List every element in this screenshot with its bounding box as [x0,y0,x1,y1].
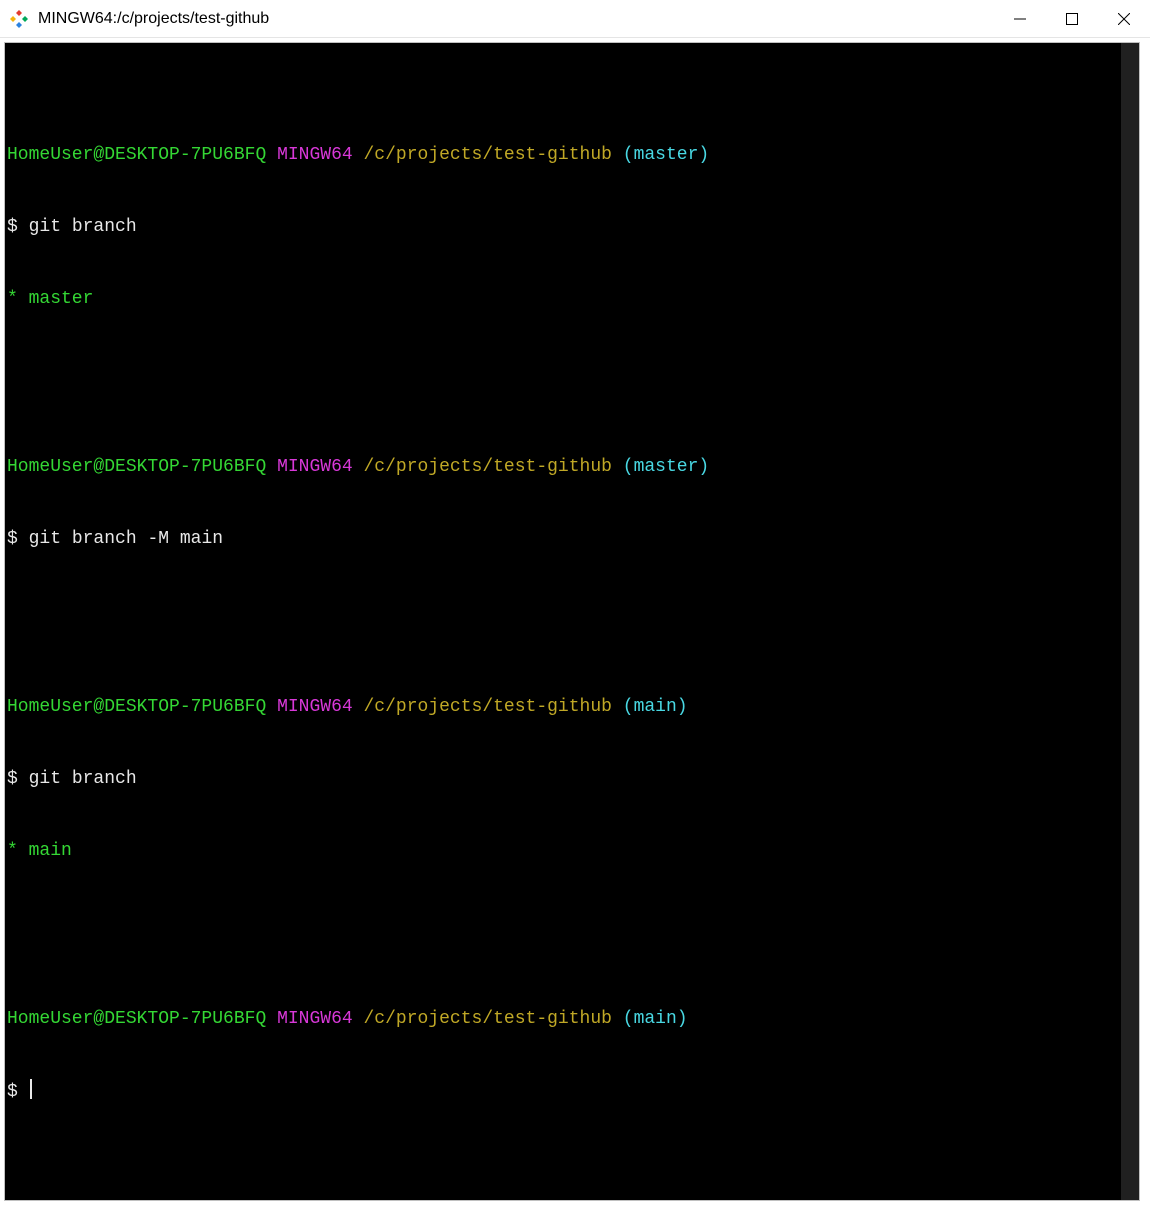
prompt-sys: MINGW64 [277,1009,353,1029]
terminal-container: HomeUser@DESKTOP-7PU6BFQ MINGW64 /c/proj… [0,38,1150,1211]
branch-selected: * master [7,289,93,309]
prompt-dollar: $ [7,217,18,237]
command-text: git branch [29,769,137,789]
prompt-userhost: HomeUser@DESKTOP-7PU6BFQ [7,697,266,717]
prompt-line: HomeUser@DESKTOP-7PU6BFQ MINGW64 /c/proj… [7,1007,1139,1031]
app-icon [10,10,28,28]
output-line: * master [7,287,1139,311]
command-text: git branch -M main [29,529,223,549]
scrollbar[interactable] [1121,43,1139,1200]
prompt-line: HomeUser@DESKTOP-7PU6BFQ MINGW64 /c/proj… [7,143,1139,167]
prompt-path: /c/projects/test-github [364,697,612,717]
window-titlebar: MINGW64:/c/projects/test-github [0,0,1150,38]
prompt-sys: MINGW64 [277,457,353,477]
prompt-sys: MINGW64 [277,697,353,717]
prompt-branch: (main) [623,697,688,717]
command-line: $ git branch -M main [7,527,1139,551]
prompt-userhost: HomeUser@DESKTOP-7PU6BFQ [7,145,266,165]
window-title: MINGW64:/c/projects/test-github [38,10,269,28]
prompt-path: /c/projects/test-github [364,1009,612,1029]
blank-line [7,359,1139,383]
prompt-branch: (main) [623,1009,688,1029]
command-line: $ [7,1079,1139,1104]
prompt-line: HomeUser@DESKTOP-7PU6BFQ MINGW64 /c/proj… [7,455,1139,479]
close-button[interactable] [1098,0,1150,38]
command-text: git branch [29,217,137,237]
prompt-line: HomeUser@DESKTOP-7PU6BFQ MINGW64 /c/proj… [7,695,1139,719]
prompt-path: /c/projects/test-github [364,145,612,165]
prompt-userhost: HomeUser@DESKTOP-7PU6BFQ [7,457,266,477]
command-line: $ git branch [7,215,1139,239]
prompt-sys: MINGW64 [277,145,353,165]
prompt-dollar: $ [7,769,18,789]
prompt-path: /c/projects/test-github [364,457,612,477]
branch-selected: * main [7,841,72,861]
prompt-dollar: $ [7,529,18,549]
command-line: $ git branch [7,767,1139,791]
output-line: * main [7,839,1139,863]
cursor-icon [30,1079,32,1099]
prompt-branch: (master) [623,145,709,165]
maximize-button[interactable] [1046,0,1098,38]
prompt-userhost: HomeUser@DESKTOP-7PU6BFQ [7,1009,266,1029]
prompt-branch: (master) [623,457,709,477]
terminal[interactable]: HomeUser@DESKTOP-7PU6BFQ MINGW64 /c/proj… [4,42,1140,1201]
prompt-dollar: $ [7,1082,18,1102]
minimize-button[interactable] [994,0,1046,38]
blank-line [7,599,1139,623]
blank-line [7,911,1139,935]
